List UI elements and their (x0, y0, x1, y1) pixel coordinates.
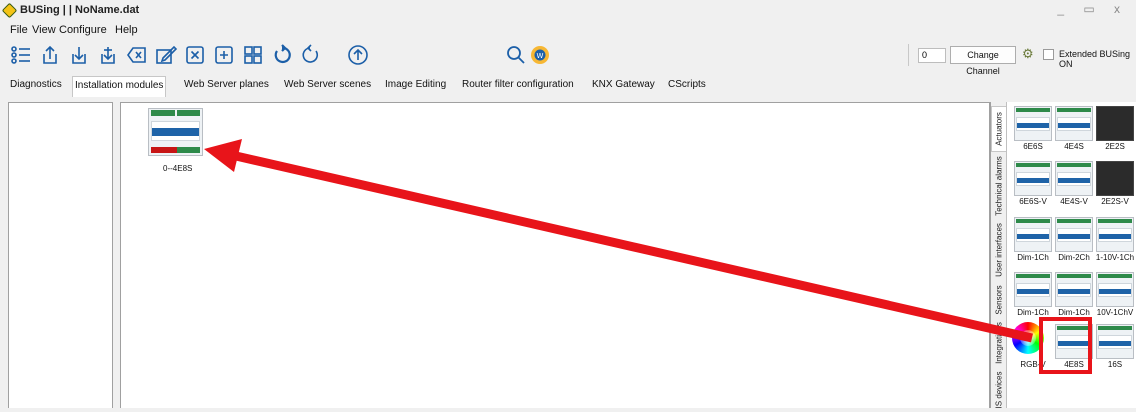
close-box-icon[interactable] (182, 42, 208, 68)
upload-icon[interactable] (37, 42, 63, 68)
menu-configure[interactable]: Configure (59, 24, 107, 36)
menu-file[interactable]: File (10, 24, 28, 36)
window-controls[interactable]: _ ▭ x (1057, 2, 1128, 16)
palette-item-6e6s-v[interactable]: 6E6S-V (1014, 161, 1052, 206)
title-bar: BUSing | | NoName.dat _ ▭ x (0, 0, 1136, 22)
extended-bus-icon: ⚙ (1022, 46, 1034, 61)
tab-installation-modules[interactable]: Installation modules (72, 76, 167, 97)
tab-web-server-scenes[interactable]: Web Server scenes (284, 79, 371, 90)
extended-busing-checkbox[interactable] (1043, 49, 1054, 60)
svg-text:W: W (537, 52, 544, 60)
tab-diagnostics[interactable]: Diagnostics (10, 79, 62, 90)
tab-knx-gateway[interactable]: KNX Gateway (592, 79, 655, 90)
up-circle-icon[interactable] (345, 42, 371, 68)
palette-item-6e6s[interactable]: 6E6S (1014, 106, 1052, 151)
tab-integrations[interactable]: Integrations (991, 320, 1007, 366)
palette-item-2e2s[interactable]: 2E2S (1096, 106, 1134, 151)
download-all-icon[interactable] (95, 42, 121, 68)
tab-technical-alarms[interactable]: Technical alarms (991, 154, 1007, 218)
menu-view[interactable]: View (32, 24, 56, 36)
module-tree-panel[interactable] (8, 102, 113, 408)
download-icon[interactable] (66, 42, 92, 68)
installed-module-label: 0--4E8S (163, 164, 193, 173)
tab-actuators[interactable]: Actuators (991, 106, 1007, 152)
palette-item-2e2s-v[interactable]: 2E2S-V (1096, 161, 1134, 206)
extended-busing-label: Extended BUSing ON (1059, 49, 1131, 69)
toolbar-separator (908, 44, 909, 66)
palette-item-4e4s-v[interactable]: 4E4S-V (1055, 161, 1093, 206)
tab-router-filter-configuration[interactable]: Router filter configuration (462, 79, 574, 90)
tab-is-devices[interactable]: IS devices (991, 368, 1007, 412)
web-icon[interactable]: W (527, 42, 553, 68)
tab-cscripts[interactable]: CScripts (668, 79, 706, 90)
palette-item-dim-1ch-b[interactable]: Dim-1Ch (1055, 272, 1093, 317)
channel-input[interactable]: 0 (918, 48, 946, 63)
menu-bar: File View Configure Help (0, 22, 1136, 38)
app-logo-icon (1, 2, 18, 19)
installation-canvas[interactable]: 0--4E8S (120, 102, 990, 408)
layout-icon[interactable] (240, 42, 266, 68)
highlight-box (1039, 317, 1092, 374)
palette-item-16s[interactable]: 16S (1096, 324, 1134, 369)
undo-icon[interactable] (269, 42, 295, 68)
tab-web-server-planes[interactable]: Web Server planes (184, 79, 269, 90)
palette-item-dim-1ch-v[interactable]: Dim-1Ch (1014, 272, 1052, 317)
palette-item-1-10v-1ch[interactable]: 1-10V-1Ch (1096, 217, 1134, 262)
palette-item-dim-2ch[interactable]: Dim-2Ch (1055, 217, 1093, 262)
list-icon[interactable] (8, 42, 34, 68)
redo-icon[interactable] (298, 42, 324, 68)
add-box-icon[interactable] (211, 42, 237, 68)
palette-item-10v-1chv[interactable]: 10V-1ChV (1096, 272, 1134, 317)
menu-help[interactable]: Help (115, 24, 138, 36)
installed-module-4e8s[interactable] (148, 108, 203, 156)
tab-sensors[interactable]: Sensors (991, 282, 1007, 318)
clear-icon[interactable] (124, 42, 150, 68)
change-channel-button[interactable]: Change Channel (950, 46, 1016, 76)
edit-icon[interactable] (153, 42, 179, 68)
window-title: BUSing | | NoName.dat (20, 4, 140, 16)
palette-item-dim-1ch[interactable]: Dim-1Ch (1014, 217, 1052, 262)
palette-category-tabs: Actuators Technical alarms User interfac… (990, 102, 1007, 408)
search-icon[interactable] (503, 42, 529, 68)
tab-image-editing[interactable]: Image Editing (385, 79, 446, 90)
palette-item-4e4s[interactable]: 4E4S (1055, 106, 1093, 151)
main-tabs: Diagnostics Installation modules Web Ser… (0, 76, 1136, 97)
tab-user-interfaces[interactable]: User interfaces (991, 220, 1007, 280)
